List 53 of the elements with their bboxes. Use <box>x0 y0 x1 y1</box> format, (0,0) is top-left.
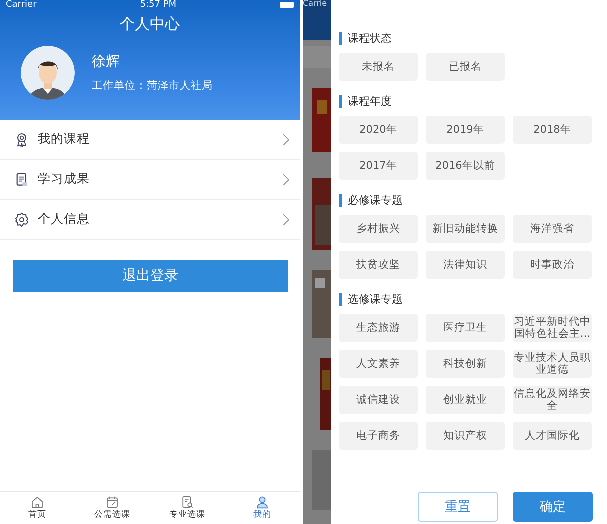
menu-item[interactable]: 个人信息 <box>0 200 300 240</box>
reset-button[interactable]: 重置 <box>418 492 498 522</box>
confirm-button[interactable]: 确定 <box>513 492 593 522</box>
menu-item[interactable]: 我的课程 <box>0 120 300 160</box>
filter-chip[interactable]: 扶贫攻坚 <box>339 251 418 279</box>
filter-chip[interactable]: 2019年 <box>426 116 505 144</box>
filter-chip[interactable]: 新旧动能转换 <box>426 215 505 243</box>
settings-icon <box>14 212 30 228</box>
avatar-icon <box>21 46 75 100</box>
tab-item[interactable]: 专业选课 <box>150 492 225 524</box>
filter-chip[interactable]: 乡村振兴 <box>339 215 418 243</box>
tab-item[interactable]: 公需选课 <box>75 492 150 524</box>
section-heading: 课程状态 <box>339 32 392 45</box>
calendar-icon <box>105 495 120 510</box>
filter-chip[interactable]: 创业就业 <box>426 386 505 414</box>
filter-chip[interactable]: 电子商务 <box>339 422 418 450</box>
carrier-label: Carrier <box>6 0 37 10</box>
user-name: 徐辉 <box>92 53 121 71</box>
filter-chip[interactable]: 信息化及网络安全 <box>513 386 592 414</box>
home-icon <box>30 495 45 510</box>
status-time: 5:57 PM <box>140 0 177 10</box>
filter-chip[interactable]: 人才国际化 <box>513 422 592 450</box>
filter-chip[interactable]: 已报名 <box>426 53 505 81</box>
filter-chip[interactable]: 习近平新时代中国特色社会主… <box>513 314 592 342</box>
logout-button[interactable]: 退出登录 <box>13 260 288 292</box>
filter-chip[interactable]: 未报名 <box>339 53 418 81</box>
screen-title: 个人中心 <box>120 15 180 34</box>
filter-chip[interactable]: 生态旅游 <box>339 314 418 342</box>
battery-icon <box>280 2 294 8</box>
filter-chip[interactable]: 知识产权 <box>426 422 505 450</box>
section-heading: 选修课专题 <box>339 293 403 306</box>
carrier-label: Carrie <box>303 0 328 8</box>
filter-chip[interactable]: 专业技术人员职业道德 <box>513 350 592 378</box>
filter-chip[interactable]: 时事政治 <box>513 251 592 279</box>
filter-chip[interactable]: 法律知识 <box>426 251 505 279</box>
filter-chip[interactable]: 2020年 <box>339 116 418 144</box>
section-heading: 必修课专题 <box>339 194 403 207</box>
person-icon <box>255 495 270 510</box>
filter-chip[interactable]: 人文素养 <box>339 350 418 378</box>
work-unit: 工作单位：菏泽市人社局 <box>92 79 213 93</box>
section-heading: 课程年度 <box>339 95 392 108</box>
filter-chip[interactable]: 2016年以前 <box>426 152 505 180</box>
filter-chip[interactable]: 诚信建设 <box>339 386 418 414</box>
menu-item[interactable]: 学习成果 <box>0 160 300 200</box>
document-search-icon <box>180 495 195 510</box>
filter-chip[interactable]: 科技创新 <box>426 350 505 378</box>
filter-chip[interactable]: 2018年 <box>513 116 592 144</box>
filter-chip[interactable]: 2017年 <box>339 152 418 180</box>
filter-chip[interactable]: 海洋强省 <box>513 215 592 243</box>
tab-item[interactable]: 首页 <box>0 492 75 524</box>
filter-chip[interactable]: 医疗卫生 <box>426 314 505 342</box>
certificate-icon <box>14 172 30 188</box>
tab-item[interactable]: 我的 <box>225 492 300 524</box>
